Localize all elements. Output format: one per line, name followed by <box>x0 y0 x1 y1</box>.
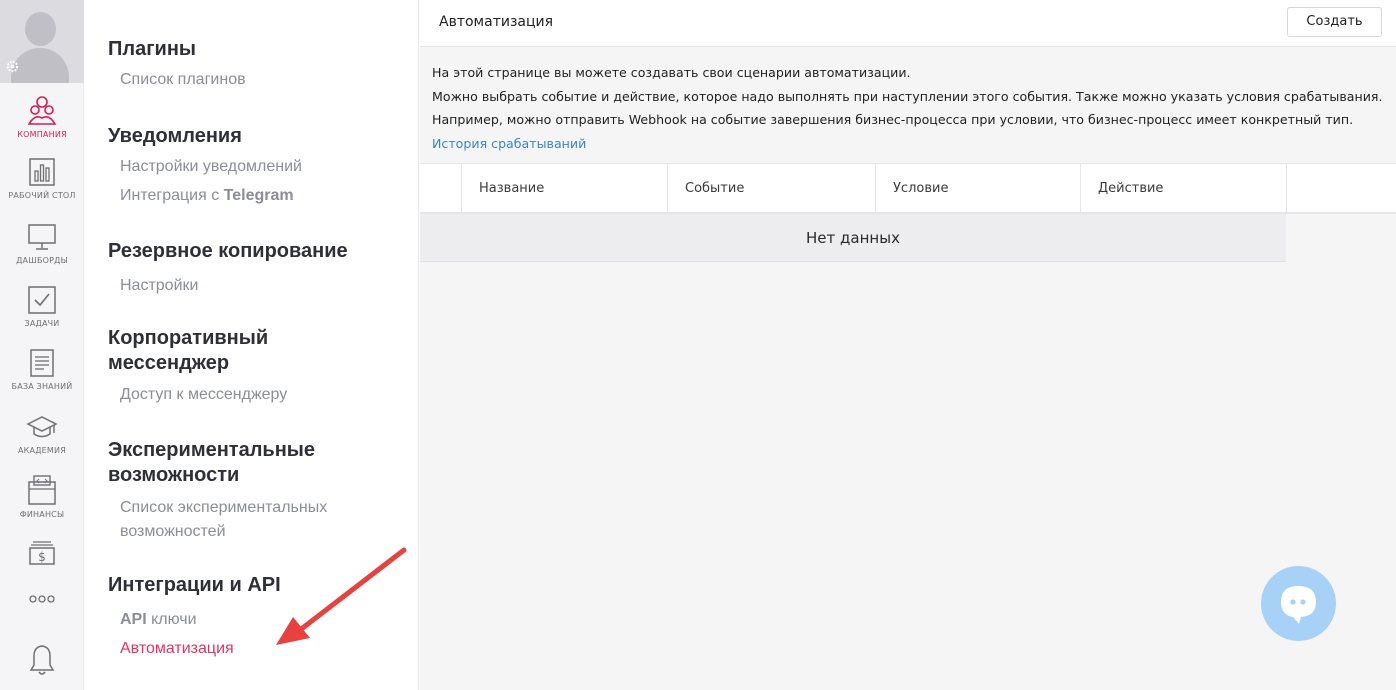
rail-label: ФИНАНСЫ <box>19 510 65 519</box>
chat-button[interactable] <box>1261 566 1336 641</box>
section-title: Плагины <box>108 38 196 60</box>
section-title: Корпоративный мессенджер <box>108 326 408 376</box>
menu-link-automation[interactable]: Автоматизация <box>120 637 408 661</box>
wallet-icon <box>28 475 56 505</box>
gear-icon[interactable] <box>6 60 19 73</box>
rail-item-tasks[interactable]: ЗАДАЧИ <box>0 285 84 347</box>
column-header-action[interactable]: Действие <box>1080 164 1286 213</box>
svg-text:$: $ <box>38 550 46 564</box>
link-line: возможностей <box>120 523 226 540</box>
link-line: Список экспериментальных <box>120 499 328 516</box>
rail-label: ЗАДАЧИ <box>24 319 60 328</box>
rail-item-payments[interactable]: $ <box>0 540 84 572</box>
avatar-head <box>25 12 56 46</box>
bar-chart-icon <box>29 158 55 186</box>
description-line: Например, можно отправить Webhook на соб… <box>432 112 1354 127</box>
column-header-name[interactable]: Название <box>461 164 667 213</box>
menu-link-experimental-list[interactable]: Список экспериментальных возможностей <box>120 496 408 544</box>
graduation-cap-icon <box>26 416 58 438</box>
title-line: Экспериментальные <box>108 439 316 461</box>
nav-rail: КОМПАНИЯ РАБОЧИЙ СТОЛ ДАШБОРДЫ ЗАДАЧИ БА… <box>0 0 84 690</box>
rail-label: ДАШБОРДЫ <box>16 256 68 265</box>
monitor-icon <box>28 224 56 250</box>
menu-section-experimental: Экспериментальные возможности Список экс… <box>108 438 408 544</box>
menu-link-notification-settings[interactable]: Настройки уведомлений <box>120 155 408 179</box>
rail-item-academy[interactable]: АКАДЕМИЯ <box>0 414 84 476</box>
avatar[interactable] <box>0 0 84 83</box>
table-header: Название Событие Условие Действие <box>420 163 1396 214</box>
settings-menu: Плагины Список плагинов Уведомления Наст… <box>84 0 419 690</box>
chat-bubble-icon <box>1281 586 1316 624</box>
history-link[interactable]: История срабатываний <box>432 136 586 151</box>
link-text: Интеграция с <box>120 187 224 204</box>
page-header: Автоматизация Создать <box>420 0 1396 47</box>
rail-item-dashboards[interactable]: ДАШБОРДЫ <box>0 222 84 284</box>
company-icon <box>27 96 57 125</box>
empty-table-message: Нет данных <box>420 214 1286 262</box>
menu-link-telegram[interactable]: Интеграция с Telegram <box>120 184 408 208</box>
rail-item-desktop[interactable]: РАБОЧИЙ СТОЛ <box>0 157 84 219</box>
link-text-bold: Telegram <box>223 187 294 204</box>
menu-section-integrations: Интеграции и API API ключи Автоматизация <box>108 573 408 661</box>
menu-link-messenger-access[interactable]: Доступ к мессенджеру <box>120 383 408 407</box>
more-icon[interactable] <box>0 594 84 612</box>
link-text: ключи <box>146 611 197 628</box>
section-title: Резервное копирование <box>108 240 348 262</box>
rail-label: РАБОЧИЙ СТОЛ <box>8 191 76 200</box>
create-button[interactable]: Создать <box>1287 7 1382 37</box>
column-header-condition[interactable]: Условие <box>875 164 1080 213</box>
page-description: На этой странице вы можете создавать сво… <box>432 61 1382 155</box>
rail-item-company[interactable]: КОМПАНИЯ <box>0 94 84 156</box>
money-icon: $ <box>29 541 55 565</box>
title-line: мессенджер <box>108 352 230 374</box>
avatar-body <box>11 48 69 83</box>
document-icon <box>30 349 54 377</box>
page-title: Автоматизация <box>439 14 554 30</box>
section-title: Экспериментальные возможности <box>108 438 408 488</box>
section-title: Интеграции и API <box>108 574 281 596</box>
menu-section-messenger: Корпоративный мессенджер Доступ к мессен… <box>108 326 408 407</box>
title-line: возможности <box>108 464 240 486</box>
rail-item-finance[interactable]: ФИНАНСЫ <box>0 474 84 536</box>
column-header-extra <box>1286 164 1396 213</box>
menu-section-plugins: Плагины Список плагинов <box>108 37 408 92</box>
menu-link-backup-settings[interactable]: Настройки <box>120 274 408 298</box>
checkbox-icon <box>28 286 56 314</box>
section-title: Уведомления <box>108 125 242 147</box>
menu-link-plugins-list[interactable]: Список плагинов <box>120 68 408 92</box>
main-panel: Автоматизация Создать На этой странице в… <box>420 0 1396 690</box>
menu-section-notifications: Уведомления Настройки уведомлений Интегр… <box>108 124 408 208</box>
rail-label: БАЗА ЗНАНИЙ <box>11 382 73 391</box>
link-text-bold: API <box>120 611 147 628</box>
rail-item-knowledge[interactable]: БАЗА ЗНАНИЙ <box>0 348 84 410</box>
column-header-event[interactable]: Событие <box>667 164 875 213</box>
bell-icon[interactable] <box>0 643 84 677</box>
menu-link-api-keys[interactable]: API ключи <box>120 608 408 632</box>
rail-label: КОМПАНИЯ <box>17 130 67 139</box>
menu-section-backup: Резервное копирование Настройки <box>108 239 408 298</box>
description-line: На этой странице вы можете создавать сво… <box>432 65 911 80</box>
rail-label: АКАДЕМИЯ <box>18 446 66 455</box>
title-line: Корпоративный <box>108 327 269 349</box>
description-line: Можно выбрать событие и действие, которо… <box>432 88 1383 104</box>
